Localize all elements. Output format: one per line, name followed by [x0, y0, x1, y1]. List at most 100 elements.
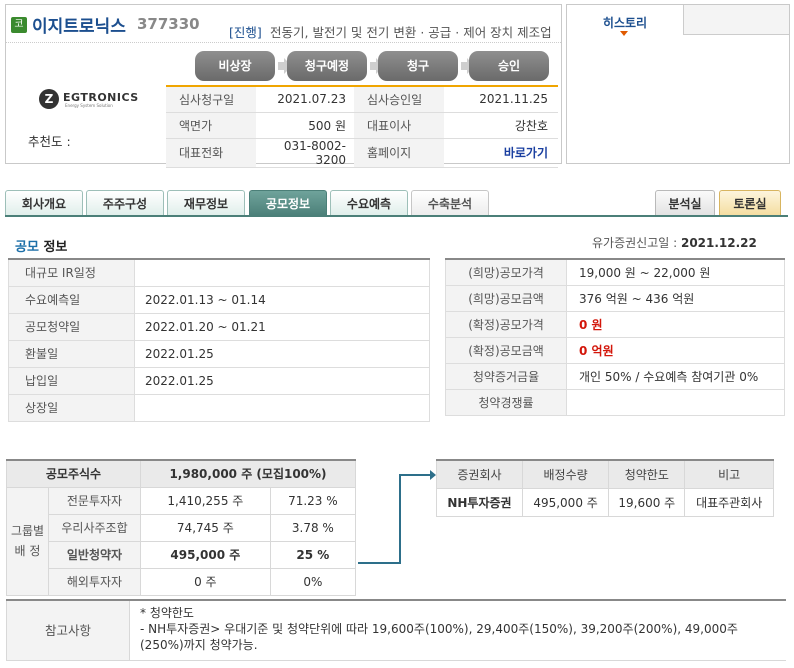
column-header: 배정수량	[521, 459, 610, 489]
schedule-value: 2022.01.13 ~ 01.14	[134, 286, 430, 314]
company-name[interactable]: 이지트로닉스	[32, 12, 126, 37]
table-row: 증권회사 배정수량 청약한도 비고	[436, 459, 774, 489]
price-label: (희망)공모금액	[445, 285, 567, 312]
share-allocation-table: 공모주식수 1,980,000 주 (모집100%) 그룹별 배 정 전문투자자…	[6, 459, 357, 596]
schedule-label: 납입일	[8, 367, 135, 395]
price-value: 376 억원 ~ 436 억원	[566, 285, 785, 312]
price-label: (확정)공모가격	[445, 311, 567, 338]
allocation-label: 일반청약자	[48, 540, 141, 569]
schedule-value	[134, 394, 430, 422]
allocation-label: 전문투자자	[48, 486, 141, 515]
table-row: 공모주식수 1,980,000 주 (모집100%)	[6, 459, 356, 488]
company-code: 377330	[137, 15, 200, 33]
tab-company-overview[interactable]: 회사개요	[5, 190, 83, 216]
filing-date-label: 유가증권신고일 :	[592, 236, 678, 250]
underwriter-note: 대표주관회사	[684, 487, 774, 517]
info-label: 대표전화	[166, 138, 256, 168]
info-label: 심사청구일	[166, 86, 256, 113]
section-title: 공모 정보	[15, 236, 67, 255]
tab-divider	[5, 215, 788, 217]
allocation-shares: 0 주	[140, 567, 271, 596]
price-label: 청약증거금율	[445, 363, 567, 390]
step-planned: 청구예정	[287, 51, 367, 81]
step-filed: 청구	[378, 51, 458, 81]
info-value: 2021.07.23	[256, 86, 354, 113]
notes-section: 참고사항 * 청약한도 - NH투자증권> 우대기준 및 청약단위에 따라 19…	[6, 599, 786, 661]
table-row: 액면가 500 원 대표이사 강찬호	[166, 112, 558, 139]
connector-arrow-icon	[358, 470, 436, 564]
tab-history[interactable]: 히스토리	[567, 5, 684, 36]
history-tab-spacer	[684, 5, 789, 35]
table-row: 해외투자자 0 주 0%	[7, 567, 357, 596]
table-row: 대표전화 031-8002-3200 홈페이지 바로가기	[166, 138, 558, 168]
allocation-label: 우리사주조합	[48, 513, 141, 542]
price-label: (확정)공모금액	[445, 337, 567, 364]
table-row: 공모청약일 2022.01.20 ~ 01.21	[8, 313, 430, 341]
notes-line: * 청약한도	[140, 606, 194, 620]
table-row: 상장일	[8, 394, 430, 422]
tab-demand-forecast[interactable]: 수요예측	[330, 190, 408, 216]
schedule-value: 2022.01.25	[134, 367, 430, 395]
history-tab-label: 히스토리	[602, 16, 648, 30]
tab-ipo-info[interactable]: 공모정보	[249, 190, 327, 216]
table-row: 납입일 2022.01.25	[8, 367, 430, 395]
table-row: (희망)공모가격 19,000 원 ~ 22,000 원	[445, 259, 785, 286]
price-label: (희망)공모가격	[445, 259, 567, 286]
notes-line: - NH투자증권> 우대기준 및 청약단위에 따라 19,600주(100%),…	[140, 622, 738, 652]
info-label: 심사승인일	[354, 86, 444, 113]
schedule-value: 2022.01.20 ~ 01.21	[134, 313, 430, 341]
allocation-shares: 495,000 주	[140, 540, 271, 569]
schedule-label: 상장일	[8, 394, 135, 422]
info-value: 바로가기	[444, 138, 558, 168]
schedule-label: 환불일	[8, 340, 135, 368]
column-header: 청약한도	[608, 459, 686, 489]
section-title-rest: 정보	[38, 240, 68, 255]
info-value: 2021.11.25	[444, 86, 558, 113]
recommend-label: 추천도 :	[28, 134, 71, 149]
allocation-percent: 25 %	[269, 540, 357, 569]
table-row: 대규모 IR일정	[8, 259, 430, 287]
table-row: 우리사주조합 74,745 주 3.78 %	[7, 513, 357, 542]
table-row: 환불일 2022.01.25	[8, 340, 430, 368]
step-unlisted: 비상장	[195, 51, 275, 81]
history-panel: 히스토리	[566, 4, 790, 164]
info-label: 액면가	[166, 112, 256, 139]
homepage-link[interactable]: 바로가기	[504, 146, 548, 160]
tab-discussion-room[interactable]: 토론실	[719, 190, 781, 216]
logo-mark-icon: Z	[39, 89, 59, 109]
tab-analysis[interactable]: 수축분석	[411, 190, 489, 216]
schedule-label: 대규모 IR일정	[8, 259, 135, 287]
tab-financials[interactable]: 재무정보	[167, 190, 245, 216]
ipo-price-table: (희망)공모가격 19,000 원 ~ 22,000 원 (희망)공모금액 376 …	[445, 258, 785, 416]
tab-shareholders[interactable]: 주주구성	[86, 190, 164, 216]
schedule-label: 공모청약일	[8, 313, 135, 341]
schedule-value: 2022.01.25	[134, 340, 430, 368]
table-row: 심사청구일 2021.07.23 심사승인일 2021.11.25	[166, 86, 558, 113]
allocation-percent: 0%	[269, 567, 357, 596]
allocation-percent: 3.78 %	[269, 513, 357, 542]
company-info-table: 심사청구일 2021.07.23 심사승인일 2021.11.25 액면가 50…	[166, 85, 558, 168]
price-value: 개인 50% / 수요예측 참여기관 0%	[566, 363, 785, 390]
allocation-shares: 74,745 주	[140, 513, 271, 542]
table-row: NH투자증권 495,000 주 19,600 주 대표주관회사	[436, 487, 774, 517]
tab-analysis-room[interactable]: 분석실	[655, 190, 715, 216]
group-allocation-label: 그룹별 배 정	[6, 486, 49, 596]
table-row: (확정)공모가격 0 원	[445, 311, 785, 338]
table-row: 수요예측일 2022.01.13 ~ 01.14	[8, 286, 430, 314]
table-row: 청약경쟁률	[445, 389, 785, 416]
offered-shares-label: 공모주식수	[6, 459, 141, 488]
table-row: 청약증거금율 개인 50% / 수요예측 참여기관 0%	[445, 363, 785, 390]
ipo-schedule-table: 대규모 IR일정 수요예측일 2022.01.13 ~ 01.14 공모청약일 20…	[8, 258, 430, 422]
allocation-percent: 71.23 %	[269, 486, 357, 515]
offered-shares-value: 1,980,000 주 (모집100%)	[140, 459, 356, 488]
schedule-label: 수요예측일	[8, 286, 135, 314]
table-row: (확정)공모금액 0 억원	[445, 337, 785, 364]
step-approved: 승인	[469, 51, 549, 81]
column-header: 비고	[684, 459, 774, 489]
filing-date-value: 2021.12.22	[680, 236, 757, 250]
price-value: 19,000 원 ~ 22,000 원	[566, 259, 785, 286]
info-value: 강찬호	[444, 112, 558, 139]
notes-body: * 청약한도 - NH투자증권> 우대기준 및 청약단위에 따라 19,600주…	[140, 605, 780, 653]
table-row: 그룹별 배 정 전문투자자 1,410,255 주 71.23 %	[6, 486, 357, 596]
underwriter-qty: 495,000 주	[521, 487, 610, 517]
